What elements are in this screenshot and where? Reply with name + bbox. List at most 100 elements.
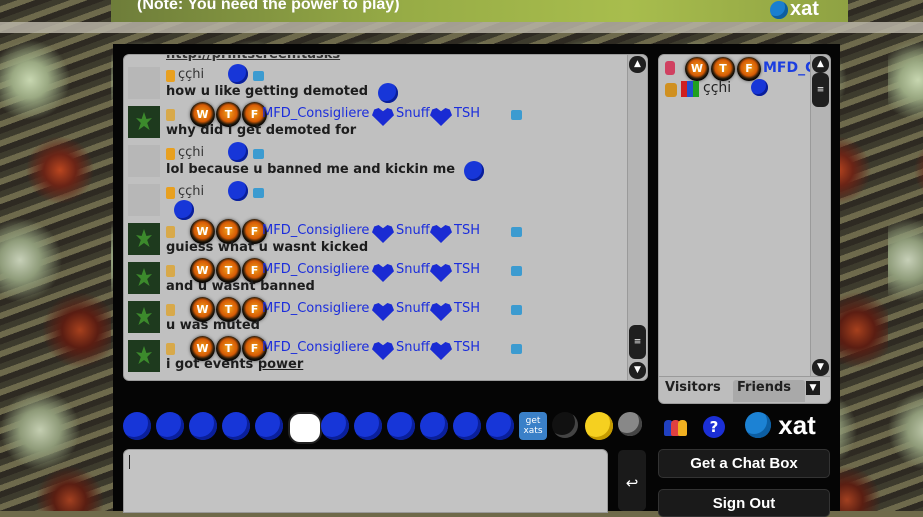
- user-list-panel: W T F MFD_C ççhi ▲ ≡ ▼ Visitors Friends …: [658, 54, 831, 404]
- sign-out-button[interactable]: Sign Out: [658, 489, 830, 517]
- heart-icon: [430, 264, 452, 282]
- person-icon: [678, 420, 687, 436]
- user-list-name[interactable]: ççhi: [703, 80, 731, 96]
- blue-smiley-icon: [228, 181, 248, 201]
- party-smiley-icon[interactable]: [585, 412, 613, 440]
- sound-icon[interactable]: [618, 412, 642, 436]
- user-rank-icon: [665, 61, 675, 75]
- smile-smiley-icon[interactable]: [156, 412, 184, 440]
- home-icon[interactable]: [511, 344, 522, 354]
- user-list-name[interactable]: MFD_C: [763, 60, 815, 76]
- tab-visitors[interactable]: Visitors: [665, 380, 721, 395]
- scroll-down-icon[interactable]: ▼: [812, 359, 829, 376]
- home-icon[interactable]: [511, 305, 522, 315]
- mad-smiley-icon[interactable]: [486, 412, 514, 440]
- cut-link-text[interactable]: http://printscreen.tasks: [166, 55, 340, 62]
- scroll-thumb[interactable]: ≡: [629, 325, 646, 359]
- home-icon[interactable]: [511, 227, 522, 237]
- member-rank-icon: [166, 343, 175, 355]
- friend-name[interactable]: Snuff: [396, 223, 430, 238]
- power-link[interactable]: power: [258, 357, 303, 372]
- member-rank-icon: [166, 304, 175, 316]
- power-f-icon: F: [737, 57, 761, 81]
- heart-icon: [372, 225, 394, 243]
- username[interactable]: MFD_Consigliere: [262, 301, 369, 316]
- text-caret: [129, 455, 130, 469]
- username[interactable]: MFD_Consigliere: [262, 340, 369, 355]
- avatar[interactable]: [128, 106, 160, 138]
- scroll-down-icon[interactable]: ▼: [629, 362, 646, 379]
- xat-logo[interactable]: xat: [745, 410, 816, 441]
- home-icon[interactable]: [253, 188, 264, 198]
- friend-name[interactable]: TSH: [454, 223, 480, 238]
- friend-name[interactable]: TSH: [454, 262, 480, 277]
- friend-name[interactable]: Snuff: [396, 106, 430, 121]
- chat-message: ççhi lol because u banned me and kickin …: [128, 142, 628, 181]
- user-list-scrollbar[interactable]: ▲ ≡ ▼: [810, 55, 830, 377]
- hand-smiley-icon[interactable]: [222, 412, 250, 440]
- heart-icon: [372, 108, 394, 126]
- people-icon[interactable]: [664, 416, 687, 438]
- eyes-smiley-icon[interactable]: [288, 412, 322, 444]
- scroll-up-icon[interactable]: ▲: [812, 56, 829, 73]
- chat-message: ççhi: [128, 181, 628, 220]
- home-icon[interactable]: [253, 149, 264, 159]
- avatar[interactable]: [128, 145, 160, 177]
- chat-message: W T F MFD_Consigliere Snuff TSH i got ev…: [128, 336, 628, 376]
- smiley-bar: get xats: [123, 410, 643, 444]
- avatar[interactable]: [128, 67, 160, 99]
- friend-name[interactable]: Snuff: [396, 301, 430, 316]
- get-xats-button[interactable]: get xats: [519, 412, 547, 440]
- laugh-smiley-icon: [464, 161, 484, 181]
- home-icon[interactable]: [511, 266, 522, 276]
- blue-smiley-icon: [228, 142, 248, 162]
- avatar[interactable]: [128, 262, 160, 294]
- username[interactable]: ççhi: [178, 184, 204, 199]
- home-icon[interactable]: [511, 110, 522, 120]
- message-text: lol because u banned me and kickin me: [166, 162, 456, 177]
- message-input[interactable]: [123, 449, 608, 513]
- dropdown-arrow-icon[interactable]: ▼: [806, 381, 820, 395]
- eight-ball-icon[interactable]: [552, 412, 578, 438]
- friend-name[interactable]: Snuff: [396, 340, 430, 355]
- tab-friends[interactable]: Friends: [733, 380, 805, 402]
- grin-smiley-icon[interactable]: [321, 412, 349, 440]
- avatar[interactable]: [128, 340, 160, 372]
- avatar[interactable]: [128, 223, 160, 255]
- friend-name[interactable]: TSH: [454, 106, 480, 121]
- member-rank-icon: [166, 265, 175, 277]
- chat-scrollbar[interactable]: ▲ ≡ ▼: [627, 55, 647, 380]
- wink-smiley-icon[interactable]: [453, 412, 481, 440]
- friend-name[interactable]: TSH: [454, 340, 480, 355]
- username[interactable]: MFD_Consigliere: [262, 262, 369, 277]
- sleepy-smiley-icon: [174, 200, 194, 220]
- owner-rank-icon: [665, 83, 677, 97]
- username[interactable]: MFD_Consigliere: [262, 106, 369, 121]
- username[interactable]: ççhi: [178, 67, 204, 82]
- tongue-smiley-icon[interactable]: [354, 412, 382, 440]
- scroll-up-icon[interactable]: ▲: [629, 56, 646, 73]
- username[interactable]: ççhi: [178, 145, 204, 160]
- avatar[interactable]: [128, 301, 160, 333]
- get-chat-box-button[interactable]: Get a Chat Box: [658, 449, 830, 478]
- banner-note: (Note: You need the power to play): [137, 0, 400, 13]
- cool-smiley-icon[interactable]: [420, 412, 448, 440]
- chat-message: W T F MFD_Consigliere Snuff TSH and u wa…: [128, 258, 628, 298]
- help-button[interactable]: ?: [703, 416, 725, 438]
- banner-brand: xat: [790, 0, 819, 20]
- surprised-smiley-icon[interactable]: [387, 412, 415, 440]
- home-icon[interactable]: [253, 71, 264, 81]
- friend-name[interactable]: Snuff: [396, 262, 430, 277]
- friend-name[interactable]: TSH: [454, 301, 480, 316]
- xat-logo-text: xat: [778, 410, 816, 440]
- shy-smiley-icon[interactable]: [255, 412, 283, 440]
- username[interactable]: MFD_Consigliere: [262, 223, 369, 238]
- user-list-tabs: Visitors Friends ▼: [659, 376, 830, 403]
- banner-logo[interactable]: xat: [770, 0, 819, 21]
- avatar[interactable]: [128, 184, 160, 216]
- heart-icon: [372, 264, 394, 282]
- scroll-thumb[interactable]: ≡: [812, 73, 829, 107]
- send-button[interactable]: ↩: [618, 450, 646, 511]
- sad-smiley-icon[interactable]: [189, 412, 217, 440]
- kiss-smiley-icon[interactable]: [123, 412, 151, 440]
